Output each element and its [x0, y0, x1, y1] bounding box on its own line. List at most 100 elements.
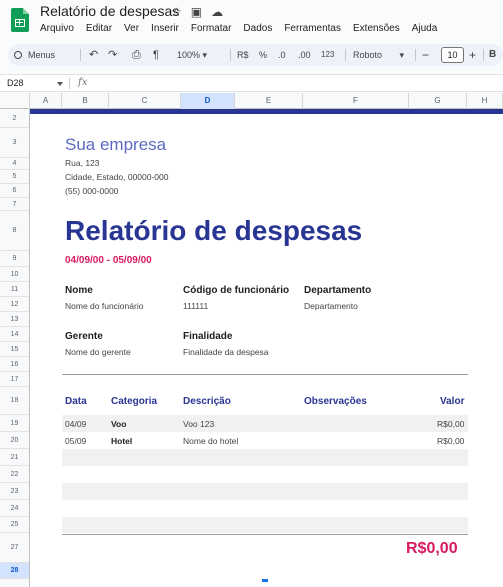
menus-search[interactable]: Menus	[14, 44, 55, 66]
row-1-date[interactable]: 04/09	[65, 419, 86, 429]
purpose-label[interactable]: Finalidade	[183, 331, 232, 342]
department-value[interactable]: Departamento	[304, 301, 358, 311]
menu-dados[interactable]: Dados	[243, 23, 272, 34]
row-header[interactable]: 14	[0, 327, 29, 342]
column-header[interactable]: F	[303, 93, 409, 109]
bold-button[interactable]: B	[489, 44, 496, 66]
date-range[interactable]: 04/09/00 - 05/09/00	[65, 255, 152, 266]
row-header[interactable]: 5	[0, 170, 29, 184]
row-header[interactable]: 15	[0, 342, 29, 357]
row-header[interactable]: 2	[0, 109, 29, 128]
address-street[interactable]: Rua, 123	[65, 158, 100, 168]
row-header[interactable]: 18	[0, 387, 29, 415]
column-header[interactable]: G	[409, 93, 467, 109]
print-icon[interactable]: ⎙	[132, 44, 141, 66]
row-header[interactable]: 27	[0, 533, 29, 563]
name-box-dropdown-icon[interactable]	[57, 82, 63, 86]
column-header[interactable]: A	[30, 93, 62, 109]
company-name[interactable]: Sua empresa	[65, 135, 166, 155]
row-header[interactable]: 4	[0, 158, 29, 170]
address-city[interactable]: Cidade, Estado, 00000-000	[65, 172, 169, 182]
row-header[interactable]: 7	[0, 198, 29, 211]
row-1-description[interactable]: Voo 123	[183, 419, 214, 429]
row-header[interactable]: 11	[0, 282, 29, 297]
menu-extensoes[interactable]: Extensões	[353, 23, 400, 34]
row-header[interactable]: 3	[0, 128, 29, 158]
row-header[interactable]: 25	[0, 517, 29, 533]
currency-format-button[interactable]: R$	[237, 44, 249, 66]
manager-label[interactable]: Gerente	[65, 331, 103, 342]
row-header[interactable]: 13	[0, 312, 29, 327]
row-header[interactable]: 8	[0, 211, 29, 251]
row-header[interactable]: 24	[0, 500, 29, 517]
row-header[interactable]: 10	[0, 267, 29, 282]
decrease-decimal-button[interactable]: .0	[278, 44, 286, 66]
row-2-date[interactable]: 05/09	[65, 436, 86, 446]
header-notes[interactable]: Observações	[304, 396, 367, 407]
font-select[interactable]: Roboto ▾	[353, 44, 404, 66]
select-all-corner[interactable]	[0, 93, 30, 109]
percent-format-button[interactable]: %	[259, 44, 267, 66]
name-label[interactable]: Nome	[65, 285, 93, 296]
report-title[interactable]: Relatório de despesas	[65, 215, 362, 247]
redo-icon[interactable]: ↷	[108, 44, 117, 66]
row-header[interactable]: 16	[0, 357, 29, 372]
menu-ver[interactable]: Ver	[124, 23, 139, 34]
move-folder-icon[interactable]: ▣	[191, 5, 202, 19]
row-header[interactable]: 12	[0, 297, 29, 312]
row-1-category[interactable]: Voo	[111, 419, 126, 429]
header-description[interactable]: Descrição	[183, 396, 231, 407]
purpose-value[interactable]: Finalidade da despesa	[183, 347, 269, 357]
row-header[interactable]: 9	[0, 251, 29, 267]
undo-icon[interactable]: ↶	[89, 44, 98, 66]
cloud-status-icon[interactable]: ☁	[211, 5, 223, 19]
department-label[interactable]: Departamento	[304, 285, 371, 296]
row-header[interactable]: 20	[0, 432, 29, 449]
row-header[interactable]: 21	[0, 449, 29, 466]
employee-code-label[interactable]: Código de funcionário	[183, 285, 289, 296]
name-value[interactable]: Nome do funcionário	[65, 301, 143, 311]
column-header-selected[interactable]: D	[181, 93, 235, 109]
column-header[interactable]: H	[467, 93, 503, 109]
row-header[interactable]: 17	[0, 372, 29, 387]
column-header[interactable]: C	[109, 93, 181, 109]
fill-handle[interactable]	[262, 579, 268, 582]
google-sheets-window: Relatório de despesas ☆ ▣ ☁ Arquivo Edit…	[0, 0, 503, 587]
paint-format-icon[interactable]: ¶	[153, 44, 159, 66]
row-header-selected[interactable]: 28	[0, 563, 29, 579]
column-header[interactable]: E	[235, 93, 303, 109]
row-1-value[interactable]: R$0,00	[437, 419, 464, 429]
header-date[interactable]: Data	[65, 396, 87, 407]
address-phone[interactable]: (55) 000-0000	[65, 186, 118, 196]
manager-value[interactable]: Nome do gerente	[65, 347, 131, 357]
employee-code-value[interactable]: 111111	[183, 301, 208, 311]
menu-formatar[interactable]: Formatar	[191, 23, 232, 34]
sheets-logo-icon[interactable]	[11, 8, 29, 32]
zoom-select[interactable]: 100% ▾	[177, 44, 207, 66]
row-header[interactable]: 6	[0, 184, 29, 198]
row-header[interactable]: 22	[0, 466, 29, 483]
name-box[interactable]: D28	[7, 78, 24, 88]
menu-arquivo[interactable]: Arquivo	[40, 23, 74, 34]
column-header[interactable]: B	[62, 93, 109, 109]
menu-inserir[interactable]: Inserir	[151, 23, 179, 34]
menu-ferramentas[interactable]: Ferramentas	[284, 23, 341, 34]
font-size-input[interactable]: 10	[441, 47, 464, 63]
sheet-grid[interactable]: Sua empresa Rua, 123 Cidade, Estado, 000…	[30, 109, 503, 587]
increase-decimal-button[interactable]: .00	[298, 44, 311, 66]
header-category[interactable]: Categoria	[111, 396, 157, 407]
more-formats-button[interactable]: 123	[321, 44, 334, 66]
header-value[interactable]: Valor	[440, 396, 464, 407]
menu-editar[interactable]: Editar	[86, 23, 112, 34]
row-2-description[interactable]: Nome do hotel	[183, 436, 238, 446]
menu-ajuda[interactable]: Ajuda	[412, 23, 438, 34]
row-2-value[interactable]: R$0,00	[437, 436, 464, 446]
row-header[interactable]: 23	[0, 483, 29, 500]
document-title[interactable]: Relatório de despesas	[40, 3, 179, 19]
total-amount[interactable]: R$0,00	[406, 540, 458, 558]
increase-font-size-button[interactable]: +	[469, 44, 476, 66]
row-2-category[interactable]: Hotel	[111, 436, 132, 446]
star-icon[interactable]: ☆	[171, 5, 182, 19]
decrease-font-size-button[interactable]: −	[422, 44, 429, 66]
row-header[interactable]: 19	[0, 415, 29, 432]
